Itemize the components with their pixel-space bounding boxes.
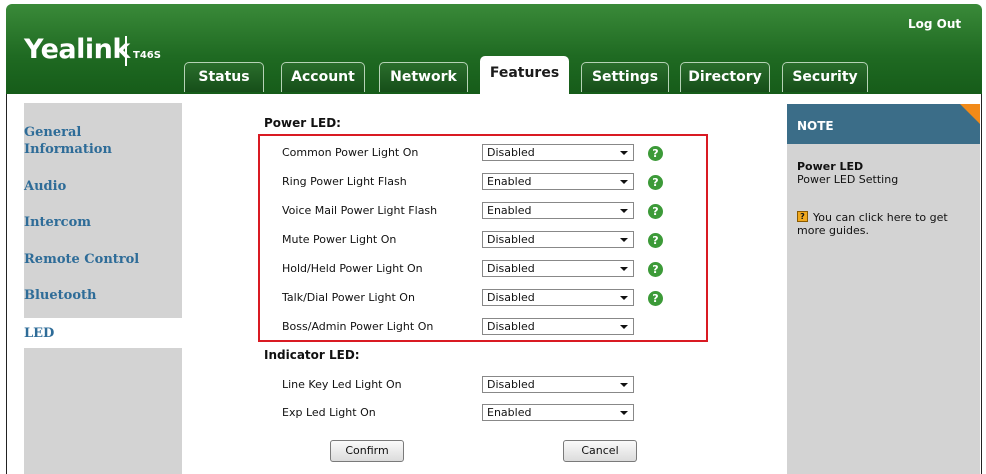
select-value: Disabled bbox=[487, 262, 535, 275]
sidebar-item-general-information[interactable]: General Information bbox=[24, 124, 112, 158]
tab-network[interactable]: Network bbox=[379, 62, 468, 92]
confirm-button[interactable]: Confirm bbox=[330, 440, 404, 462]
tab-settings[interactable]: Settings bbox=[581, 62, 669, 92]
chevron-down-icon bbox=[620, 151, 628, 155]
model-label: T46S bbox=[133, 50, 161, 61]
field-label: Boss/Admin Power Light On bbox=[282, 320, 434, 333]
field-label: Hold/Held Power Light On bbox=[282, 262, 423, 275]
chevron-down-icon bbox=[620, 238, 628, 242]
boss-admin-power-light-select[interactable]: Disabled bbox=[482, 318, 634, 335]
common-power-light-select[interactable]: Disabled bbox=[482, 144, 634, 161]
cancel-button[interactable]: Cancel bbox=[563, 440, 637, 462]
logo-separator bbox=[125, 36, 127, 66]
select-value: Disabled bbox=[487, 146, 535, 159]
sidebar-item-intercom[interactable]: Intercom bbox=[24, 214, 91, 231]
web-page: Yealink T46S Log Out Status Account Netw… bbox=[0, 0, 986, 474]
line-key-led-select[interactable]: Disabled bbox=[482, 376, 634, 393]
help-icon[interactable]: ? bbox=[648, 262, 663, 277]
indicator-led-heading: Indicator LED: bbox=[264, 348, 360, 362]
help-icon[interactable]: ? bbox=[648, 146, 663, 161]
tab-features[interactable]: Features bbox=[480, 56, 569, 94]
help-icon[interactable]: ? bbox=[648, 233, 663, 248]
tab-security[interactable]: Security bbox=[782, 62, 868, 92]
ring-power-light-select[interactable]: Enabled bbox=[482, 173, 634, 190]
logout-link[interactable]: Log Out bbox=[908, 17, 961, 31]
tab-directory[interactable]: Directory bbox=[680, 62, 770, 92]
field-label: Common Power Light On bbox=[282, 146, 419, 159]
select-value: Disabled bbox=[487, 320, 535, 333]
help-icon[interactable]: ? bbox=[648, 204, 663, 219]
chevron-down-icon bbox=[620, 209, 628, 213]
select-value: Disabled bbox=[487, 291, 535, 304]
select-value: Enabled bbox=[487, 175, 532, 188]
power-led-heading: Power LED: bbox=[264, 116, 341, 130]
talk-dial-power-light-select[interactable]: Disabled bbox=[482, 289, 634, 306]
field-label: Exp Led Light On bbox=[282, 406, 376, 419]
guide-link-text-cont[interactable]: more guides. bbox=[797, 224, 869, 237]
note-corner-decoration bbox=[960, 104, 980, 124]
field-label: Ring Power Light Flash bbox=[282, 175, 407, 188]
select-value: Disabled bbox=[487, 233, 535, 246]
exp-led-select[interactable]: Enabled bbox=[482, 404, 634, 421]
field-label: Voice Mail Power Light Flash bbox=[282, 204, 438, 217]
chevron-down-icon bbox=[620, 180, 628, 184]
sidebar-item-remote-control[interactable]: Remote Control bbox=[24, 251, 139, 268]
note-heading: Power LED bbox=[797, 160, 864, 173]
select-value: Disabled bbox=[487, 378, 535, 391]
yealink-logo: Yealink bbox=[24, 34, 130, 65]
field-label: Talk/Dial Power Light On bbox=[282, 291, 415, 304]
field-label: Line Key Led Light On bbox=[282, 378, 402, 391]
chevron-down-icon bbox=[620, 267, 628, 271]
guide-book-icon[interactable]: ? bbox=[797, 211, 808, 222]
field-label: Mute Power Light On bbox=[282, 233, 397, 246]
guide-link-text[interactable]: You can click here to get bbox=[813, 211, 948, 224]
hold-held-power-light-select[interactable]: Disabled bbox=[482, 260, 634, 277]
select-value: Enabled bbox=[487, 204, 532, 217]
mute-power-light-select[interactable]: Disabled bbox=[482, 231, 634, 248]
sidebar-item-led[interactable]: LED bbox=[24, 325, 54, 342]
chevron-down-icon bbox=[620, 383, 628, 387]
help-icon[interactable]: ? bbox=[648, 175, 663, 190]
voice-mail-power-light-select[interactable]: Enabled bbox=[482, 202, 634, 219]
chevron-down-icon bbox=[620, 325, 628, 329]
note-subheading: Power LED Setting bbox=[797, 173, 899, 186]
select-value: Enabled bbox=[487, 406, 532, 419]
sidebar-item-bluetooth[interactable]: Bluetooth bbox=[24, 287, 96, 304]
chevron-down-icon bbox=[620, 411, 628, 415]
help-icon[interactable]: ? bbox=[648, 291, 663, 306]
sidebar-item-audio[interactable]: Audio bbox=[24, 178, 66, 195]
chevron-down-icon bbox=[620, 296, 628, 300]
tab-account[interactable]: Account bbox=[281, 62, 365, 92]
note-title: NOTE bbox=[797, 119, 834, 133]
tab-status[interactable]: Status bbox=[184, 62, 264, 92]
